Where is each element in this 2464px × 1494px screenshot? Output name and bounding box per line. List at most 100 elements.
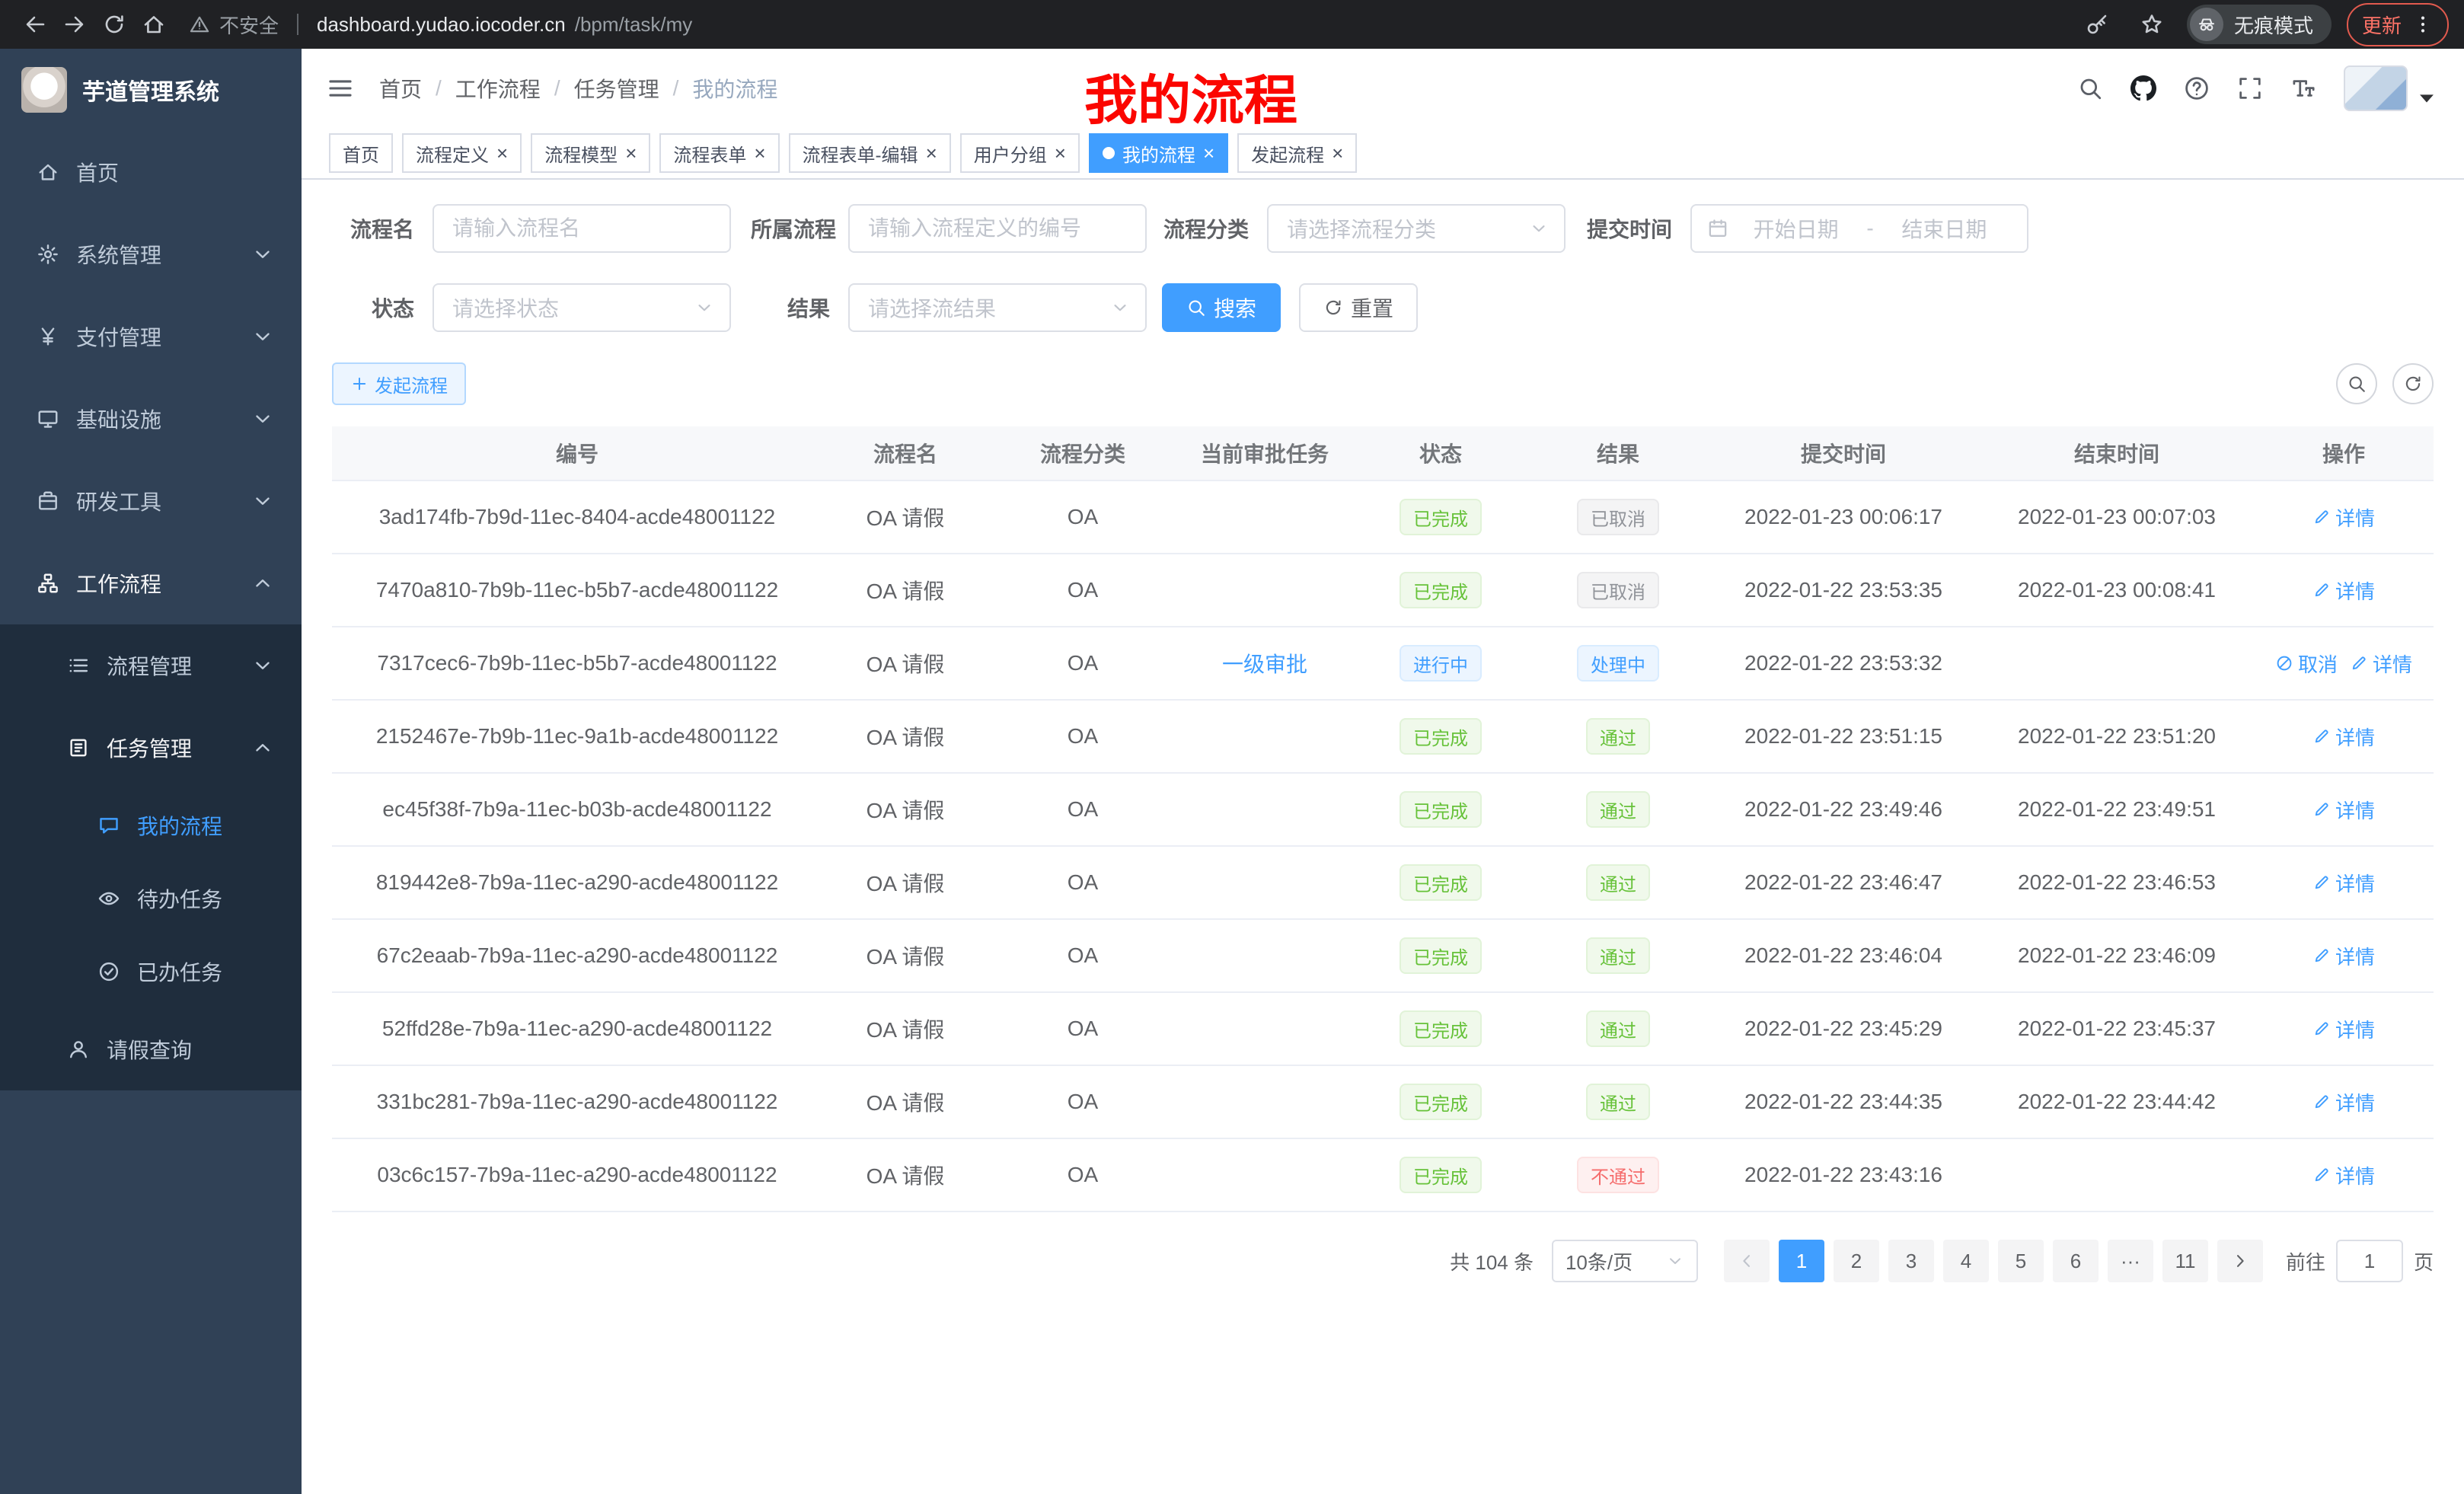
start-process-button[interactable]: 发起流程 xyxy=(332,362,466,405)
cancel-link[interactable]: 取消 xyxy=(2275,650,2338,678)
end-date-placeholder[interactable]: 结束日期 xyxy=(1877,213,2012,244)
user-menu[interactable] xyxy=(2344,65,2440,111)
sidebar-item-payment-mgmt[interactable]: 支付管理 xyxy=(0,295,302,378)
sidebar-item-dev-tools[interactable]: 研发工具 xyxy=(0,460,302,542)
search-icon[interactable] xyxy=(2077,75,2103,101)
avatar[interactable] xyxy=(2344,65,2408,111)
close-icon[interactable]: × xyxy=(926,143,937,163)
cell-actions: 详情 xyxy=(2254,554,2434,626)
next-page-button[interactable] xyxy=(2217,1240,2263,1282)
task-link[interactable]: 一级审批 xyxy=(1222,648,1307,678)
monitor-icon xyxy=(37,407,59,430)
detail-link[interactable]: 详情 xyxy=(2312,1161,2375,1189)
font-size-icon[interactable] xyxy=(2290,75,2316,101)
breadcrumb-item[interactable]: 首页 xyxy=(379,73,422,104)
cell-process-name: OA 请假 xyxy=(822,701,988,772)
detail-link[interactable]: 详情 xyxy=(2312,576,2375,605)
start-date-placeholder[interactable]: 开始日期 xyxy=(1728,213,1863,244)
process-def-input[interactable] xyxy=(848,204,1147,253)
hamburger-icon[interactable] xyxy=(326,74,355,103)
sidebar-item-workflow[interactable]: 工作流程 xyxy=(0,542,302,624)
close-icon[interactable]: × xyxy=(496,143,508,163)
home-icon[interactable] xyxy=(134,5,174,44)
page-button[interactable]: 2 xyxy=(1834,1240,1879,1282)
toggle-search-button[interactable] xyxy=(2336,363,2377,404)
close-icon[interactable]: × xyxy=(754,143,765,163)
address-bar[interactable]: 不安全 dashboard.yudao.iocoder.cn/bpm/task/… xyxy=(189,11,2062,39)
back-icon[interactable] xyxy=(15,5,55,44)
tab-process-model[interactable]: 流程模型× xyxy=(531,133,650,173)
tab-process-form-edit[interactable]: 流程表单-编辑× xyxy=(789,133,951,173)
page-button[interactable]: 1 xyxy=(1779,1240,1824,1282)
column-header: 流程名 xyxy=(822,426,988,480)
page-button[interactable]: 4 xyxy=(1943,1240,1989,1282)
detail-link[interactable]: 详情 xyxy=(2312,942,2375,970)
forward-icon[interactable] xyxy=(55,5,94,44)
sidebar-item-todo-tasks[interactable]: 待办任务 xyxy=(0,862,302,935)
sidebar-item-done-tasks[interactable]: 已办任务 xyxy=(0,935,302,1008)
warning-icon xyxy=(189,14,210,35)
key-icon[interactable] xyxy=(2077,5,2117,44)
detail-link[interactable]: 详情 xyxy=(2312,1088,2375,1116)
table-row: 52ffd28e-7b9a-11ec-a290-acde48001122OA 请… xyxy=(332,993,2434,1066)
cell-end-time: 2022-01-22 23:46:53 xyxy=(1980,847,2254,918)
process-name-input[interactable] xyxy=(432,204,731,253)
detail-link[interactable]: 详情 xyxy=(2312,796,2375,824)
bookmark-star-icon[interactable] xyxy=(2132,5,2172,44)
cell-result: 通过 xyxy=(1529,701,1707,772)
category-select[interactable]: 请选择流程分类 xyxy=(1267,204,1566,253)
submit-time-range[interactable]: 开始日期 - 结束日期 xyxy=(1690,204,2028,253)
close-icon[interactable]: × xyxy=(625,143,637,163)
sidebar-item-home[interactable]: 首页 xyxy=(0,131,302,213)
update-button[interactable]: 更新 xyxy=(2347,3,2449,46)
detail-link[interactable]: 详情 xyxy=(2312,723,2375,751)
sidebar-item-label: 请假查询 xyxy=(107,1034,192,1065)
tab-process-definition[interactable]: 流程定义× xyxy=(402,133,522,173)
fullscreen-icon[interactable] xyxy=(2237,75,2263,101)
page-size-select[interactable]: 10条/页 xyxy=(1552,1240,1698,1282)
sidebar-item-label: 我的流程 xyxy=(137,810,222,841)
search-button[interactable]: 搜索 xyxy=(1162,283,1281,332)
goto-page-input[interactable] xyxy=(2336,1240,2403,1282)
menu-dots-icon[interactable] xyxy=(2412,14,2434,35)
content: 流程名 所属流程 流程分类 请选择流程分类 提交时间 xyxy=(302,180,2464,1494)
tab-start-process[interactable]: 发起流程× xyxy=(1237,133,1357,173)
tab-process-form[interactable]: 流程表单× xyxy=(659,133,779,173)
sidebar-item-system-mgmt[interactable]: 系统管理 xyxy=(0,213,302,295)
reset-button[interactable]: 重置 xyxy=(1299,283,1418,332)
app-title: 芋道管理系统 xyxy=(82,73,219,107)
reload-icon[interactable] xyxy=(94,5,134,44)
help-icon[interactable] xyxy=(2184,75,2210,101)
detail-link[interactable]: 详情 xyxy=(2350,650,2412,678)
tab-user-group[interactable]: 用户分组× xyxy=(960,133,1080,173)
close-icon[interactable]: × xyxy=(1332,143,1343,163)
close-icon[interactable]: × xyxy=(1203,143,1214,163)
page-button[interactable]: 11 xyxy=(2162,1240,2208,1282)
breadcrumb-item[interactable]: 任务管理 xyxy=(574,73,659,104)
cell-end-time: 2022-01-22 23:44:42 xyxy=(1980,1066,2254,1138)
close-icon[interactable]: × xyxy=(1055,143,1066,163)
refresh-button[interactable] xyxy=(2392,363,2434,404)
table-row: 03c6c157-7b9a-11ec-a290-acde48001122OA 请… xyxy=(332,1139,2434,1212)
detail-link[interactable]: 详情 xyxy=(2312,869,2375,897)
sidebar-item-process-mgmt[interactable]: 流程管理 xyxy=(0,624,302,707)
status-select[interactable]: 请选择状态 xyxy=(432,283,731,332)
detail-link[interactable]: 详情 xyxy=(2312,503,2375,532)
tab-my-process[interactable]: 我的流程× xyxy=(1089,133,1228,173)
sidebar-item-infrastructure[interactable]: 基础设施 xyxy=(0,378,302,460)
sidebar-item-my-process[interactable]: 我的流程 xyxy=(0,789,302,862)
sidebar-item-task-mgmt[interactable]: 任务管理 xyxy=(0,707,302,789)
page-button[interactable]: 6 xyxy=(2053,1240,2099,1282)
prev-page-button[interactable] xyxy=(1724,1240,1770,1282)
github-icon[interactable] xyxy=(2130,75,2156,101)
result-select[interactable]: 请选择流结果 xyxy=(848,283,1147,332)
detail-link[interactable]: 详情 xyxy=(2312,1015,2375,1043)
page-button[interactable]: 5 xyxy=(1998,1240,2044,1282)
breadcrumb-item[interactable]: 工作流程 xyxy=(455,73,541,104)
status-badge: 已完成 xyxy=(1400,499,1482,535)
cell-category: OA xyxy=(988,627,1177,699)
sidebar-item-leave-query[interactable]: 请假查询 xyxy=(0,1008,302,1090)
page-button[interactable]: 3 xyxy=(1888,1240,1934,1282)
more-pages-button[interactable]: ··· xyxy=(2108,1240,2153,1282)
tab-home[interactable]: 首页 xyxy=(329,133,393,173)
